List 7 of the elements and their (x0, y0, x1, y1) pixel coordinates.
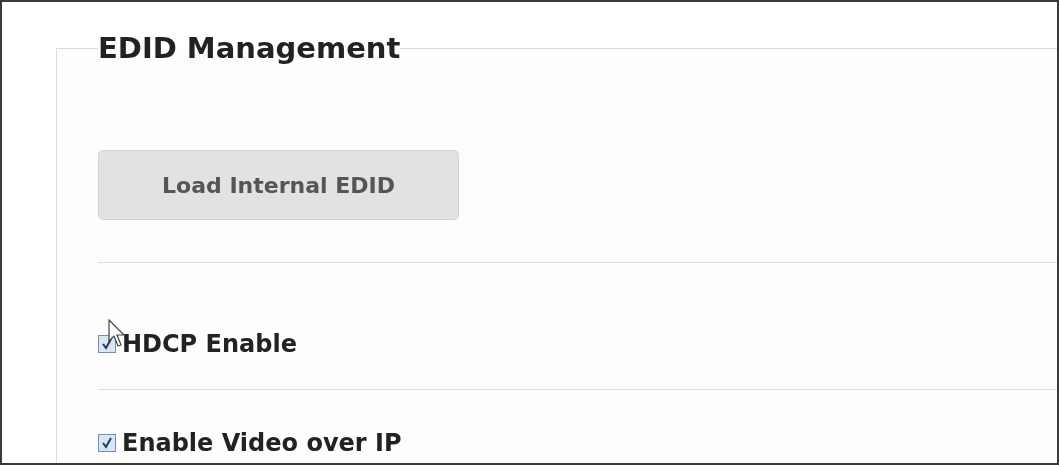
section-title: EDID Management (98, 30, 401, 66)
load-edid-button[interactable]: Load Internal EDID (98, 150, 459, 220)
option-label: Enable Video over IP (122, 428, 402, 457)
checkmark-icon (101, 436, 113, 449)
checkmark-icon (101, 337, 113, 350)
checkbox[interactable] (98, 433, 116, 452)
option-label: HDCP Enable (122, 329, 297, 358)
